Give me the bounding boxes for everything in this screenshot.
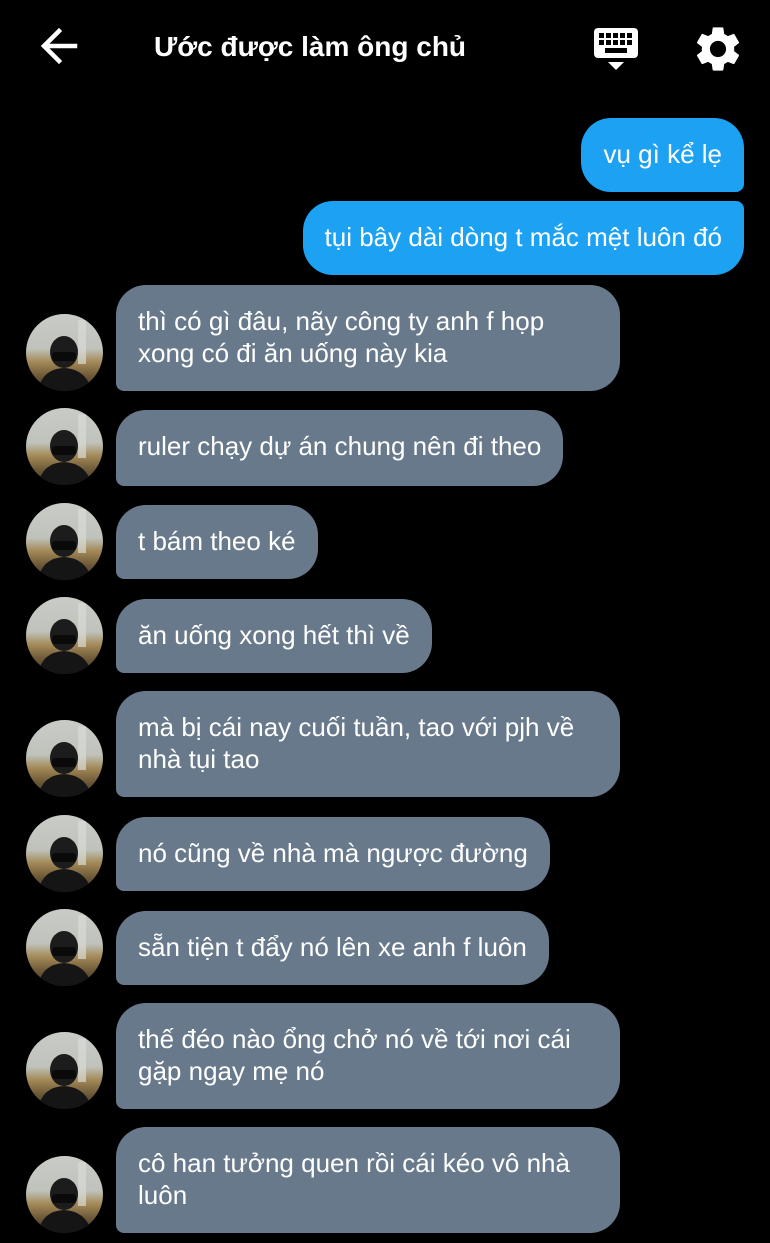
message-text-line: cô han tưởng quen rồi cái kéo vô nhà bbox=[138, 1148, 570, 1178]
message-row: cô han tưởng quen rồi cái kéo vô nhà luô… bbox=[0, 1127, 770, 1233]
message-text: nó cũng về nhà mà ngược đường bbox=[138, 838, 528, 868]
message-row: ruler chạy dự án chung nên đi theo bbox=[0, 408, 770, 486]
message-text: ăn uống xong hết thì về bbox=[138, 620, 410, 650]
person-avatar-icon bbox=[38, 414, 92, 485]
top-bar: Ước được làm ông chủ bbox=[0, 0, 770, 96]
message-row: t bám theo ké bbox=[0, 503, 770, 580]
gear-icon bbox=[690, 27, 746, 80]
person-avatar-icon bbox=[38, 320, 92, 391]
message-bubble[interactable]: thế đéo nào ổng chở nó về tới nơi cái gặ… bbox=[116, 1003, 620, 1109]
message-row: mà bị cái nay cuối tuần, tao với pjh về … bbox=[0, 691, 770, 797]
message-text-line: thế đéo nào ổng chở nó về tới nơi cái bbox=[138, 1024, 571, 1054]
message-bubble[interactable]: tụi bây dài dòng t mắc mệt luôn đó bbox=[302, 201, 744, 275]
settings-button[interactable] bbox=[690, 22, 746, 76]
message-text: tụi bây dài dòng t mắc mệt luôn đó bbox=[324, 222, 722, 252]
avatar[interactable] bbox=[26, 1156, 103, 1233]
message-text-line: xong có đi ăn uống này kia bbox=[138, 338, 448, 368]
person-avatar-icon bbox=[38, 726, 92, 797]
person-avatar-icon bbox=[38, 1038, 92, 1109]
message-text: ruler chạy dự án chung nên đi theo bbox=[138, 431, 542, 461]
back-button[interactable] bbox=[34, 24, 84, 72]
avatar[interactable] bbox=[26, 314, 103, 391]
message-row: tụi bây dài dòng t mắc mệt luôn đó bbox=[0, 201, 770, 275]
message-text-line: luôn bbox=[138, 1180, 188, 1210]
message-bubble[interactable]: vụ gì kể lẹ bbox=[581, 118, 744, 192]
message-row: ăn uống xong hết thì về bbox=[0, 597, 770, 674]
keyboard-icon bbox=[588, 28, 644, 78]
avatar[interactable] bbox=[26, 408, 103, 485]
message-bubble[interactable]: t bám theo ké bbox=[116, 505, 318, 579]
message-row: vụ gì kể lẹ bbox=[0, 118, 770, 192]
message-text-line: gặp ngay mẹ nó bbox=[138, 1056, 325, 1086]
avatar[interactable] bbox=[26, 720, 103, 797]
message-text-line: nhà tụi tao bbox=[138, 744, 260, 774]
person-avatar-icon bbox=[38, 915, 92, 986]
arrow-left-icon bbox=[39, 26, 79, 71]
message-bubble[interactable]: ăn uống xong hết thì về bbox=[116, 599, 432, 673]
avatar[interactable] bbox=[26, 503, 103, 580]
conversation-title: Ước được làm ông chủ bbox=[154, 31, 467, 62]
message-text: t bám theo ké bbox=[138, 526, 296, 556]
person-avatar-icon bbox=[38, 821, 92, 892]
message-row: thế đéo nào ổng chở nó về tới nơi cái gặ… bbox=[0, 1003, 770, 1109]
person-avatar-icon bbox=[38, 603, 92, 674]
message-text-line: mà bị cái nay cuối tuần, tao với pjh về bbox=[138, 712, 575, 742]
avatar[interactable] bbox=[26, 597, 103, 674]
message-row: sẵn tiện t đẩy nó lên xe anh f luôn bbox=[0, 909, 770, 986]
message-bubble[interactable]: thì có gì đâu, nãy công ty anh f họp xon… bbox=[116, 285, 620, 391]
avatar[interactable] bbox=[26, 815, 103, 892]
avatar[interactable] bbox=[26, 1032, 103, 1109]
message-text: vụ gì kể lẹ bbox=[603, 139, 722, 169]
person-avatar-icon bbox=[38, 1162, 92, 1233]
message-text: sẵn tiện t đẩy nó lên xe anh f luôn bbox=[138, 932, 527, 962]
message-bubble[interactable]: mà bị cái nay cuối tuần, tao với pjh về … bbox=[116, 691, 620, 797]
message-bubble[interactable]: nó cũng về nhà mà ngược đường bbox=[116, 817, 550, 891]
avatar[interactable] bbox=[26, 909, 103, 986]
message-text-line: thì có gì đâu, nãy công ty anh f họp bbox=[138, 306, 545, 336]
message-bubble[interactable]: ruler chạy dự án chung nên đi theo bbox=[116, 410, 564, 486]
message-bubble[interactable]: sẵn tiện t đẩy nó lên xe anh f luôn bbox=[116, 911, 549, 985]
message-row: nó cũng về nhà mà ngược đường bbox=[0, 815, 770, 892]
message-row: thì có gì đâu, nãy công ty anh f họp xon… bbox=[0, 285, 770, 391]
message-bubble[interactable]: cô han tưởng quen rồi cái kéo vô nhà luô… bbox=[116, 1127, 620, 1233]
keyboard-button[interactable] bbox=[588, 24, 644, 74]
person-avatar-icon bbox=[38, 509, 92, 580]
